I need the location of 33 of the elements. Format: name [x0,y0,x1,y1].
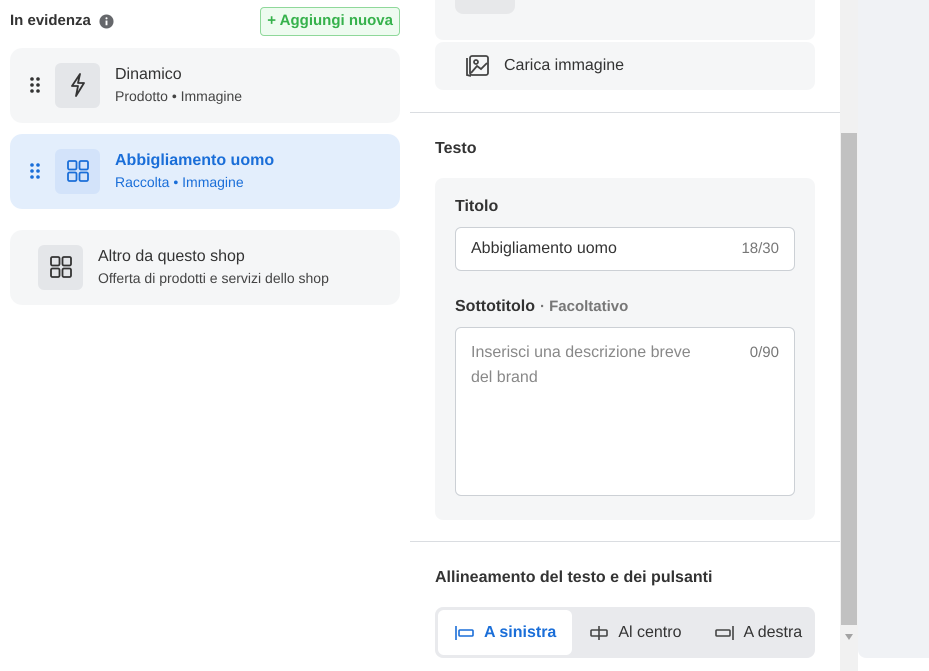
align-left-icon [454,624,476,640]
image-icon [464,54,490,78]
alignment-option[interactable]: A sinistra [438,610,572,655]
item-title: Abbigliamento uomo [115,151,274,171]
item-title: Dinamico [115,65,183,85]
subtitle-textarea[interactable]: Inserisci una descrizione breve del brand 0/90 [455,327,795,496]
item-title: Altro da questo shop [98,247,246,267]
drag-handle-icon[interactable] [30,163,40,179]
info-icon[interactable] [98,14,114,29]
character-count: 0/90 [750,343,779,363]
item-subtitle: Raccolta • Immagine [115,173,245,192]
optional-note: · Facoltativo [540,296,628,317]
item-subtitle: Offerta di prodotti e servizi dello shop [98,269,329,288]
section-title: In evidenza [10,11,91,31]
scrollbar[interactable] [840,0,858,671]
alignment-option[interactable]: A destra [697,610,815,655]
alignment-option[interactable]: Al centro [572,610,698,655]
featured-item[interactable]: Abbigliamento uomo Raccolta • Immagine [10,134,400,208]
field-label: Sottotitolo [455,297,535,317]
item-subtitle: Prodotto • Immagine [115,87,242,106]
align-center-icon [588,624,610,640]
upload-image-button[interactable]: Carica immagine [435,42,815,90]
featured-item[interactable]: Altro da questo shop Offerta di prodotti e servizi dello shop [10,230,400,304]
title-input-field[interactable]: Abbigliamento uomo 18/30 [455,227,795,271]
featured-item[interactable]: Dinamico Prodotto • Immagine [10,48,400,122]
grid-icon [48,255,72,279]
section-heading: Allineamento del testo e dei pulsanti [435,568,714,588]
character-count: 18/30 [741,238,779,259]
grid-icon [66,159,90,183]
section-heading: Testo [435,139,478,159]
drag-handle-icon[interactable] [30,77,40,93]
align-right-icon [713,624,736,640]
field-label: Titolo [455,197,500,217]
